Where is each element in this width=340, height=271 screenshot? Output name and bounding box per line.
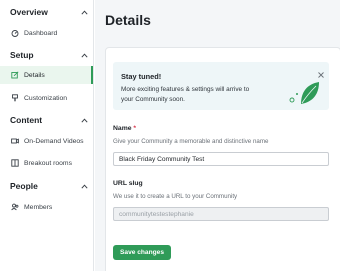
name-label: Name * [113,125,136,132]
video-icon [10,137,19,146]
dashboard-icon [10,29,19,38]
main-content: Details Stay tuned! More exciting featur… [95,0,340,271]
details-card: Stay tuned! More exciting features & set… [105,47,340,271]
sidebar-item-dashboard[interactable]: Dashboard [0,24,93,42]
details-icon [10,71,19,80]
sidebar-item-customization[interactable]: Customization [0,89,93,107]
chevron-up-icon[interactable] [80,51,88,59]
section-people[interactable]: People [10,179,88,193]
url-slug-label: URL slug [113,180,143,187]
close-icon[interactable] [317,66,325,78]
chevron-up-icon[interactable] [80,182,88,190]
sidebar-item-details[interactable]: Details [0,66,93,84]
section-title-content: Content [10,115,43,125]
chevron-up-icon[interactable] [80,116,88,124]
notice-body: More exciting features & settings will a… [121,86,250,103]
section-content[interactable]: Content [10,113,88,127]
save-button[interactable]: Save changes [113,245,171,260]
section-title-people: People [10,181,38,191]
sidebar-item-on-demand-videos[interactable]: On-Demand Videos [0,132,93,150]
members-icon [10,203,19,212]
name-field[interactable]: Black Friday Community Test [113,152,329,166]
url-slug-field-value: communitytestestephanie [119,210,194,218]
notice-banner: Stay tuned! More exciting features & set… [113,62,329,110]
brush-icon [10,94,19,103]
notice-title: Stay tuned! [121,72,162,81]
sidebar-item-label: Breakout rooms [24,159,72,167]
sidebar-item-members[interactable]: Members [0,198,93,216]
sidebar-item-breakout-rooms[interactable]: Breakout rooms [0,154,93,172]
sidebar: Overview Dashboard Setup Details Customi… [0,0,94,271]
sidebar-item-label: Details [24,71,45,79]
section-setup[interactable]: Setup [10,48,88,62]
rooms-icon [10,159,19,168]
url-slug-field: communitytestestephanie [113,207,329,221]
url-slug-hint: We use it to create a URL to your Commun… [113,193,238,200]
sidebar-item-label: Members [24,203,53,211]
page-title: Details [105,12,151,28]
section-overview[interactable]: Overview [10,5,88,19]
sidebar-item-label: Customization [24,94,68,102]
section-title-overview: Overview [10,7,48,17]
name-label-text: Name [113,125,132,132]
name-field-value: Black Friday Community Test [119,155,205,163]
chevron-up-icon[interactable] [80,8,88,16]
section-title-setup: Setup [10,50,34,60]
sidebar-item-label: Dashboard [24,29,58,37]
sidebar-item-label: On-Demand Videos [24,137,84,145]
required-marker: * [133,125,137,132]
leaf-illustration-icon [287,78,321,108]
name-hint: Give your Community a memorable and dist… [113,138,269,145]
